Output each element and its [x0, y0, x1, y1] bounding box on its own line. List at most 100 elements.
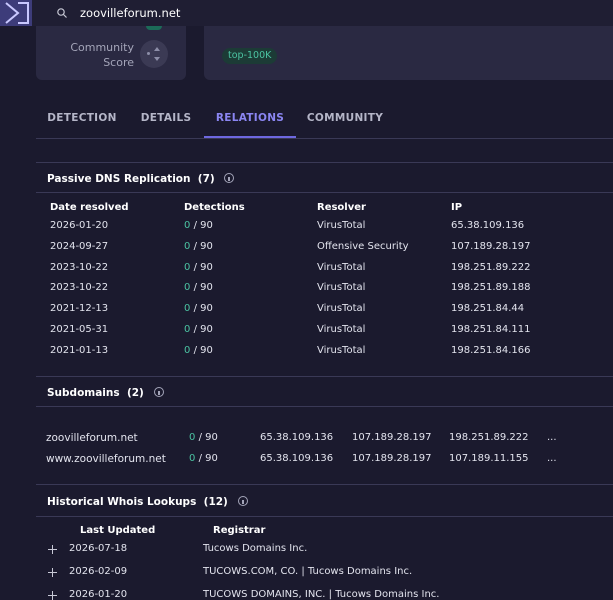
- ip-address-link[interactable]: 65.38.109.136: [451, 220, 524, 231]
- detections-total: / 90: [193, 261, 213, 273]
- table-row[interactable]: www.zoovilleforum.net 0 / 90 65.38.109.136…: [36, 453, 613, 471]
- ip-address-link[interactable]: 198.251.84.44: [451, 303, 524, 314]
- score-gauge: [146, 26, 162, 30]
- search-icon: [57, 8, 67, 18]
- detections-total: / 90: [193, 240, 213, 252]
- subdomain-link[interactable]: zoovilleforum.net: [46, 432, 138, 444]
- detections: 0 / 90: [184, 262, 213, 273]
- detections-positive: 0: [184, 303, 191, 315]
- detections: 0 / 90: [184, 324, 213, 335]
- divider: [36, 162, 613, 163]
- resolver: VirusTotal: [317, 344, 366, 356]
- table-row[interactable]: 2026-07-18 Tucows Domains Inc.: [0, 543, 613, 561]
- detections-positive: 0: [184, 261, 191, 273]
- detections: 0 / 90: [184, 241, 213, 252]
- detections: 0 / 90: [189, 432, 218, 443]
- table-row[interactable]: 2024-09-27 0 / 90 Offensive Security 107.18…: [36, 241, 613, 259]
- ip-address-link[interactable]: 65.38.109.136: [260, 453, 333, 464]
- subdomain-link[interactable]: www.zoovilleforum.net: [46, 453, 166, 465]
- ip-address-link[interactable]: 107.189.28.197: [352, 432, 432, 443]
- detections-total: / 90: [193, 324, 213, 335]
- col-header-registrar: Registrar: [213, 525, 266, 536]
- ip-address-link[interactable]: 198.251.84.111: [451, 324, 531, 335]
- ip-address-link[interactable]: 107.189.28.197: [451, 241, 531, 252]
- detections: 0 / 90: [184, 345, 213, 356]
- table-row[interactable]: 2021-05-31 0 / 90 VirusTotal 198.251.84.111: [36, 324, 613, 342]
- community-score-label: Community Score: [70, 41, 134, 69]
- table-row[interactable]: 2026-01-20 0 / 90 VirusTotal 65.38.109.136: [36, 220, 613, 238]
- date-resolved: 2021-05-31: [50, 324, 109, 335]
- detections-positive: 0: [184, 220, 191, 231]
- tab-bar: DETECTION DETAILS RELATIONS COMMUNITY: [36, 104, 613, 138]
- detections: 0 / 90: [184, 282, 213, 293]
- registrar: TUCOWS DOMAINS, INC. | Tucows Domains In…: [203, 589, 440, 600]
- detections-total: / 90: [198, 432, 218, 443]
- registrar: Tucows Domains Inc.: [203, 543, 308, 554]
- registrar: TUCOWS.COM, CO. | Tucows Domains Inc.: [203, 566, 413, 577]
- tab-detection[interactable]: DETECTION: [36, 104, 128, 138]
- table-row[interactable]: 2026-01-20 TUCOWS DOMAINS, INC. | Tucows …: [0, 589, 613, 600]
- ip-address-link[interactable]: 107.189.28.197: [352, 453, 432, 464]
- date-resolved: 2021-12-13: [50, 303, 109, 315]
- detections-positive: 0: [184, 282, 191, 294]
- divider: [36, 484, 613, 485]
- tab-community[interactable]: COMMUNITY: [300, 104, 390, 138]
- resolver: VirusTotal: [317, 261, 366, 273]
- community-vote-toggle[interactable]: [140, 40, 168, 68]
- community-score-card: Community Score: [36, 26, 186, 80]
- top-bar: [0, 0, 613, 26]
- date-resolved: 2026-01-20: [50, 220, 109, 231]
- detections-total: / 90: [193, 220, 213, 231]
- table-row[interactable]: 2023-10-22 0 / 90 VirusTotal 198.251.89.188: [36, 282, 613, 300]
- table-row[interactable]: 2021-12-13 0 / 90 VirusTotal 198.251.84.44: [36, 303, 613, 321]
- vote-down-icon[interactable]: [154, 57, 160, 61]
- detections-total: / 90: [193, 282, 213, 294]
- detections: 0 / 90: [189, 453, 218, 464]
- detections-positive: 0: [184, 324, 191, 335]
- col-header-ip: IP: [451, 202, 463, 213]
- tabs-divider: [36, 138, 613, 139]
- search-input[interactable]: [80, 4, 580, 22]
- table-row[interactable]: 2021-01-13 0 / 90 VirusTotal 198.251.84.166: [36, 345, 613, 363]
- last-updated: 2026-01-20: [69, 589, 128, 600]
- detections-total: / 90: [193, 303, 213, 315]
- detections: 0 / 90: [184, 220, 213, 231]
- ip-address-link[interactable]: 198.251.84.166: [451, 345, 531, 356]
- vote-up-icon[interactable]: [154, 47, 160, 51]
- ip-address-link[interactable]: 65.38.109.136: [260, 432, 333, 443]
- info-icon[interactable]: [237, 496, 248, 506]
- detections-total: / 90: [198, 453, 218, 464]
- resolver: VirusTotal: [317, 220, 366, 231]
- expand-plus-icon[interactable]: [48, 545, 58, 555]
- ip-address-link[interactable]: 198.251.89.222: [449, 432, 529, 443]
- date-resolved: 2023-10-22: [50, 261, 109, 273]
- resolver: Offensive Security: [317, 240, 409, 252]
- resolver: VirusTotal: [317, 303, 366, 315]
- popularity-tag[interactable]: top-100K: [222, 48, 278, 64]
- info-icon[interactable]: [153, 387, 164, 397]
- detections-positive: 0: [189, 453, 196, 464]
- more-ips-link[interactable]: ...: [547, 432, 557, 443]
- ip-address-link[interactable]: 198.251.89.222: [451, 262, 531, 273]
- divider: [36, 406, 613, 407]
- date-resolved: 2023-10-22: [50, 282, 109, 294]
- virustotal-logo-icon[interactable]: [0, 0, 32, 26]
- subdomains-title: Subdomains (2): [47, 386, 164, 399]
- table-row[interactable]: 2026-02-09 TUCOWS.COM, CO. | Tucows Domai…: [0, 566, 613, 584]
- col-header-resolver: Resolver: [317, 202, 366, 213]
- info-icon[interactable]: [224, 173, 235, 183]
- tab-relations[interactable]: RELATIONS: [204, 104, 296, 138]
- col-header-last-updated: Last Updated: [80, 525, 156, 536]
- ip-address-link[interactable]: 107.189.11.155: [449, 453, 529, 464]
- date-resolved: 2021-01-13: [50, 344, 109, 356]
- more-ips-link[interactable]: ...: [547, 453, 557, 464]
- table-row[interactable]: zoovilleforum.net 0 / 90 65.38.109.136 107.…: [36, 432, 613, 450]
- expand-plus-icon[interactable]: [48, 591, 58, 600]
- ip-address-link[interactable]: 198.251.89.188: [451, 282, 531, 293]
- col-header-date: Date resolved: [50, 202, 129, 213]
- table-row[interactable]: 2023-10-22 0 / 90 VirusTotal 198.251.89.222: [36, 262, 613, 280]
- detections: 0 / 90: [184, 303, 213, 314]
- tab-details[interactable]: DETAILS: [132, 104, 200, 138]
- detections-positive: 0: [184, 240, 191, 252]
- expand-plus-icon[interactable]: [48, 568, 58, 578]
